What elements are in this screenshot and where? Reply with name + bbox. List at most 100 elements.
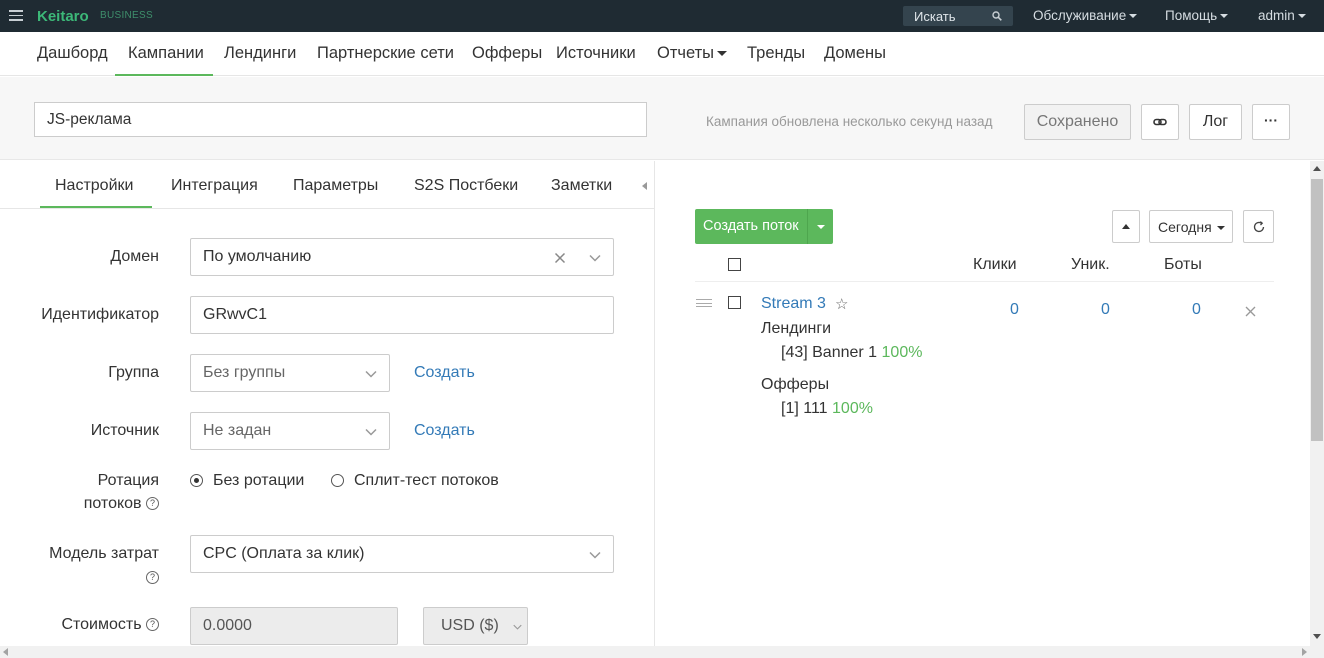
offer-item: [1] 111 100%	[781, 400, 873, 417]
top-bar: Keitaro BUSINESS Обслуживание Помощь adm…	[0, 0, 1324, 32]
rotation-split-label[interactable]: Сплит-тест потоков	[354, 472, 499, 490]
streams-panel: Создать поток Сегодня Клики Уник. Боты S…	[656, 161, 1310, 646]
group-value: Без группы	[203, 364, 286, 381]
tab-s2s-postbacks[interactable]: S2S Постбеки	[414, 177, 518, 195]
identifier-input[interactable]: GRwvC1	[190, 296, 614, 334]
nav-landings[interactable]: Лендинги	[224, 44, 296, 63]
nav-reports[interactable]: Отчеты	[657, 44, 728, 63]
help-icon[interactable]: ?	[146, 497, 159, 511]
collapse-up-button[interactable]	[1112, 210, 1140, 243]
rotation-label-line2: потоков ?	[84, 495, 159, 513]
hamburger-menu-icon[interactable]	[9, 10, 23, 21]
rotation-none-radio[interactable]	[190, 474, 203, 487]
saved-button[interactable]: Сохранено	[1024, 104, 1131, 140]
nav-domains[interactable]: Домены	[824, 44, 886, 63]
period-dropdown[interactable]: Сегодня	[1149, 210, 1233, 243]
stream-name-link[interactable]: Stream 3	[761, 295, 826, 313]
campaign-header: Кампания обновлена несколько секунд наза…	[0, 77, 1324, 160]
search-icon[interactable]	[992, 11, 1002, 21]
create-stream-button[interactable]: Создать поток	[695, 209, 833, 244]
source-select[interactable]: Не задан	[190, 412, 390, 450]
tab-parameters[interactable]: Параметры	[293, 177, 378, 195]
group-select[interactable]: Без группы	[190, 354, 390, 392]
nav-offers[interactable]: Офферы	[472, 44, 542, 63]
tabs-divider	[0, 208, 654, 209]
nav-trends[interactable]: Тренды	[747, 44, 805, 63]
domain-label: Домен	[110, 248, 159, 265]
nav-sources[interactable]: Источники	[556, 44, 636, 63]
rotation-none-label[interactable]: Без ротации	[213, 472, 304, 490]
delete-stream-icon[interactable]	[1245, 306, 1256, 317]
campaign-link-button[interactable]	[1141, 104, 1179, 140]
rotation-split-radio[interactable]	[331, 474, 344, 487]
caret-down-icon	[1217, 226, 1225, 230]
global-search[interactable]	[903, 6, 1013, 26]
caret-down-icon[interactable]	[817, 225, 825, 229]
nav-campaigns[interactable]: Кампании	[128, 44, 204, 63]
scrollbar-thumb[interactable]	[1311, 179, 1323, 441]
scroll-up-icon[interactable]	[1313, 166, 1321, 171]
offer-share: 100%	[832, 400, 873, 417]
identifier-label: Идентификатор	[41, 306, 159, 323]
vertical-scrollbar[interactable]	[1310, 161, 1324, 646]
stream-checkbox[interactable]	[728, 296, 741, 309]
campaign-name-input[interactable]	[34, 102, 647, 137]
nav-affiliate-networks[interactable]: Партнерские сети	[317, 44, 454, 63]
cost-model-select[interactable]: CPC (Оплата за клик)	[190, 535, 614, 573]
tab-settings[interactable]: Настройки	[55, 177, 133, 195]
logo[interactable]: Keitaro	[37, 8, 89, 25]
nav-dashboard[interactable]: Дашборд	[37, 44, 108, 63]
edition-label: BUSINESS	[100, 10, 153, 21]
cost-model-label: Модель затрат	[49, 545, 159, 562]
rotation-label-line1: Ротация	[97, 472, 159, 489]
clear-icon[interactable]	[554, 252, 566, 264]
table-header-divider	[695, 281, 1274, 282]
campaign-status-text: Кампания обновлена несколько секунд наза…	[706, 114, 993, 129]
chevron-down-icon	[589, 254, 601, 262]
column-unique[interactable]: Уник.	[1071, 256, 1110, 274]
star-icon[interactable]: ☆	[835, 295, 848, 313]
tab-integration[interactable]: Интеграция	[171, 177, 258, 195]
column-bots[interactable]: Боты	[1164, 256, 1202, 274]
scroll-right-icon[interactable]	[1302, 648, 1307, 656]
menu-help[interactable]: Помощь	[1165, 8, 1229, 23]
drag-handle-icon[interactable]	[696, 299, 712, 307]
offers-section-title: Офферы	[761, 376, 830, 393]
domain-select[interactable]: По умолчанию	[190, 238, 614, 276]
refresh-button[interactable]	[1243, 210, 1274, 243]
group-label: Группа	[108, 364, 159, 381]
cost-input[interactable]: 0.0000	[190, 607, 398, 645]
create-group-link[interactable]: Создать	[414, 364, 475, 382]
log-button[interactable]: Лог	[1189, 104, 1242, 140]
help-icon[interactable]: ?	[146, 618, 159, 632]
cost-model-help: ?	[146, 569, 159, 587]
refresh-icon	[1253, 221, 1265, 233]
column-clicks[interactable]: Клики	[973, 256, 1017, 274]
create-source-link[interactable]: Создать	[414, 422, 475, 440]
currency-select[interactable]: USD ($)	[423, 607, 528, 645]
button-divider	[807, 209, 808, 244]
select-all-checkbox[interactable]	[728, 258, 741, 271]
tab-notes[interactable]: Заметки	[551, 177, 612, 195]
menu-user[interactable]: admin	[1258, 8, 1306, 23]
more-options-button[interactable]: ···	[1252, 104, 1290, 140]
menu-maintenance[interactable]: Обслуживание	[1033, 8, 1138, 23]
stream-unique[interactable]: 0	[1101, 301, 1110, 319]
nav-active-indicator	[115, 74, 213, 76]
create-stream-label: Создать поток	[703, 218, 799, 234]
stream-clicks[interactable]: 0	[1010, 301, 1019, 319]
source-value: Не задан	[203, 422, 272, 439]
landings-section-title: Лендинги	[761, 320, 832, 337]
stream-bots[interactable]: 0	[1192, 301, 1201, 319]
period-label: Сегодня	[1158, 219, 1212, 235]
scroll-left-icon[interactable]	[3, 648, 8, 656]
landing-item: [43] Banner 1 100%	[781, 344, 923, 361]
chevron-down-icon	[365, 428, 377, 436]
help-icon[interactable]: ?	[146, 571, 159, 585]
horizontal-scrollbar[interactable]	[0, 646, 1324, 658]
tabs-scroll-left-icon[interactable]	[642, 182, 647, 190]
cost-label: Стоимость ?	[61, 616, 159, 634]
currency-value: USD ($)	[441, 617, 499, 634]
cost-model-value: CPC (Оплата за клик)	[203, 545, 365, 562]
scroll-down-icon[interactable]	[1313, 634, 1321, 639]
